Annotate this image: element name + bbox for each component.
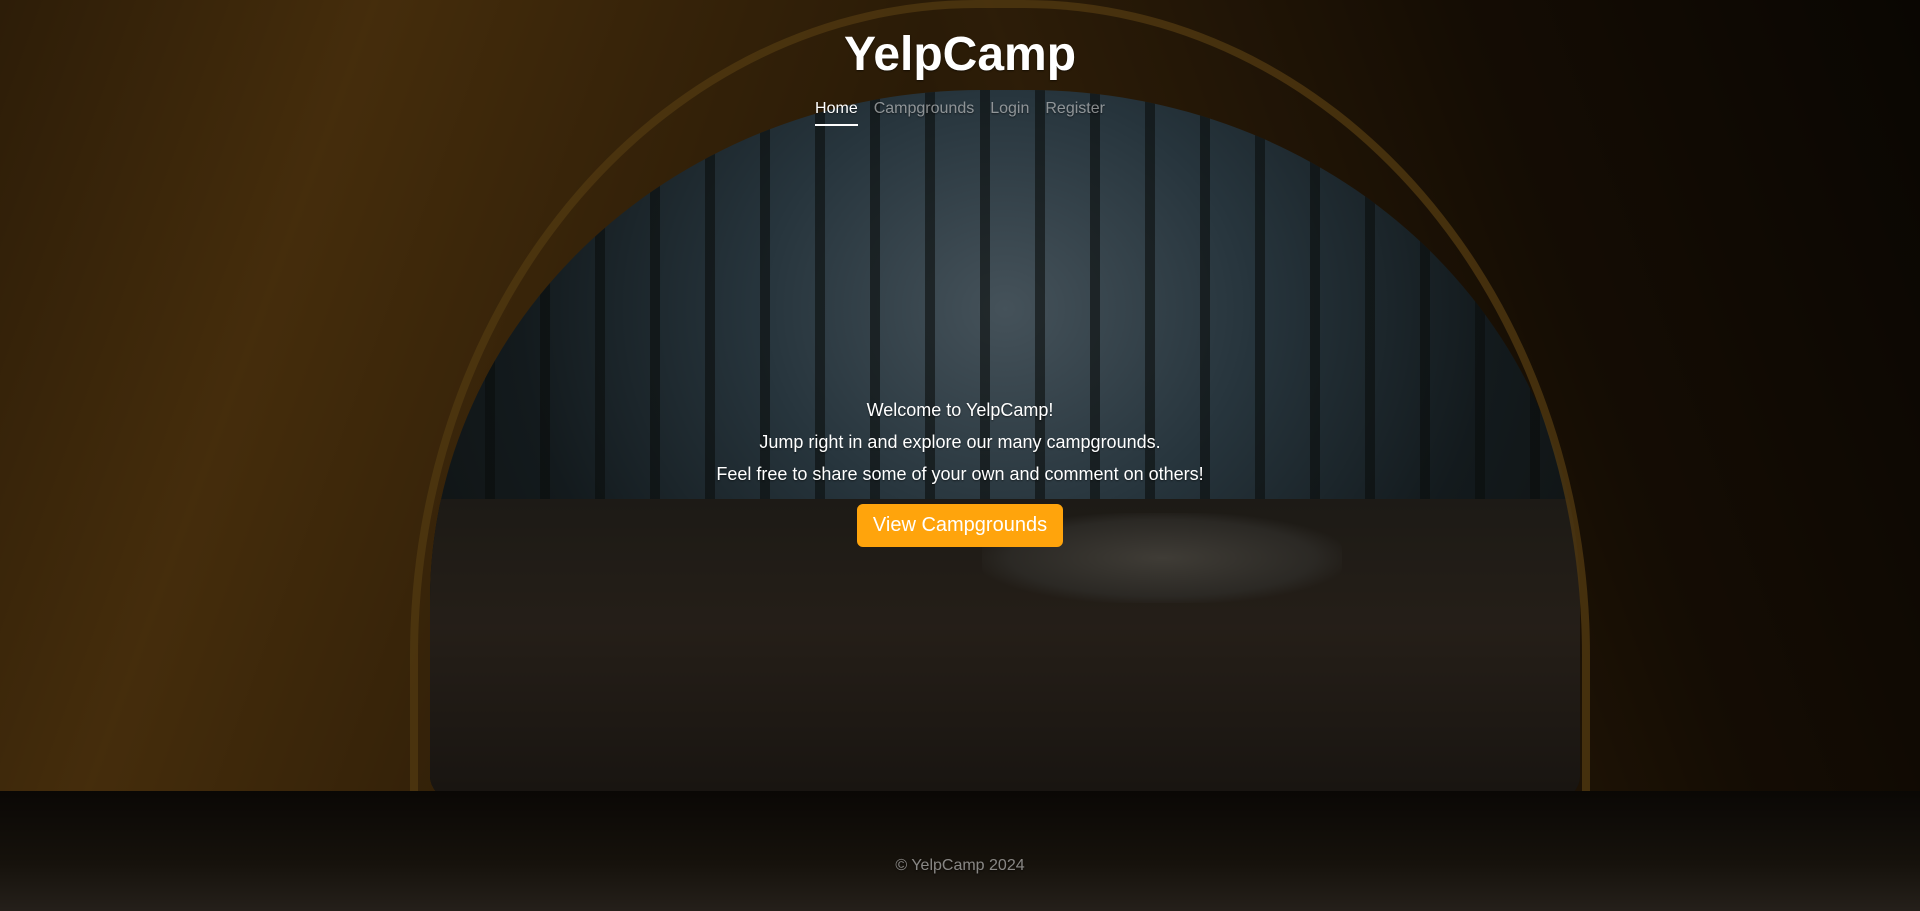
nav-link-home[interactable]: Home: [815, 98, 858, 126]
welcome-heading: Welcome to YelpCamp!: [866, 400, 1054, 420]
main-nav: Home Campgrounds Login Register: [815, 98, 1105, 126]
brand-title: YelpCamp: [843, 28, 1077, 81]
nav-link-register[interactable]: Register: [1045, 98, 1105, 126]
cover-container: YelpCamp Home Campgrounds Login Register…: [0, 0, 1920, 911]
view-campgrounds-button[interactable]: View Campgrounds: [856, 504, 1064, 547]
nav-link-login[interactable]: Login: [990, 98, 1029, 126]
hero-text-line: Feel free to share some of your own and …: [716, 464, 1204, 484]
masthead: YelpCamp Home Campgrounds Login Register: [815, 26, 1105, 126]
copyright-text: © YelpCamp 2024: [895, 857, 1025, 874]
hero: Welcome to YelpCamp! Jump right in and e…: [716, 394, 1204, 547]
hero-text-line: Jump right in and explore our many campg…: [759, 432, 1161, 452]
footer: © YelpCamp 2024: [0, 857, 1920, 875]
nav-link-campgrounds[interactable]: Campgrounds: [874, 98, 975, 126]
